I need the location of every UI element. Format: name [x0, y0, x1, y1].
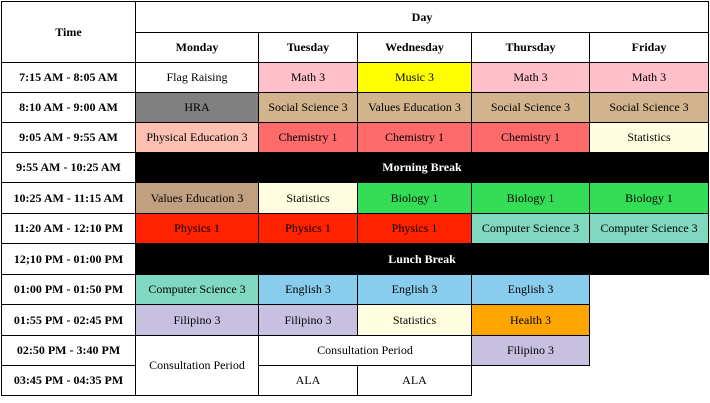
class-cell: Math 3	[588, 62, 710, 93]
time-slot: 12;10 PM - 01:00 PM	[1, 243, 136, 275]
class-cell: Chemistry 1	[357, 122, 472, 153]
class-cell: Flag Raising	[135, 62, 259, 93]
class-cell: Social Science 3	[471, 92, 590, 123]
schedule-row: 11:20 AM - 12:10 PM Physics 1 Physics 1 …	[1, 213, 710, 244]
class-cell: Math 3	[471, 62, 590, 93]
class-cell: Values Education 3	[357, 92, 472, 123]
empty-cell	[472, 366, 590, 396]
schedule-row: 9:55 AM - 10:25 AM Morning Break	[1, 152, 710, 183]
class-cell: Computer Science 3	[471, 213, 590, 244]
class-cell: Physics 1	[135, 213, 259, 244]
class-cell: Social Science 3	[588, 92, 710, 123]
class-cell: Physical Education 3	[135, 122, 259, 153]
class-cell: English 3	[357, 274, 472, 305]
time-slot: 03:45 PM - 04:35 PM	[1, 365, 136, 396]
class-cell: HRA	[135, 92, 259, 123]
class-cell: Biology 1	[588, 182, 710, 214]
empty-cell	[590, 336, 709, 366]
class-cell: Computer Science 3	[135, 274, 259, 305]
class-cell: Physics 1	[357, 213, 472, 244]
class-cell: Social Science 3	[258, 92, 358, 123]
class-cell: Filipino 3	[471, 335, 590, 366]
schedule-row: 12;10 PM - 01:00 PM Lunch Break	[1, 243, 710, 275]
class-cell: Filipino 3	[258, 304, 358, 336]
time-slot: 02:50 PM - 3:40 PM	[1, 335, 136, 366]
class-cell: ALA	[258, 365, 358, 396]
empty-cell	[590, 305, 709, 336]
schedule-row: 10:25 AM - 11:15 AM Values Education 3 S…	[1, 182, 710, 214]
day-header-wednesday: Wednesday	[357, 32, 472, 63]
class-cell: Biology 1	[471, 182, 590, 214]
day-header: Day	[134, 1, 710, 33]
class-schedule-table: Time Day Monday Tuesday Wednesday Thursd…	[1, 1, 710, 396]
consultation-period-cell: Consultation Period	[135, 335, 259, 396]
class-cell: ALA	[357, 365, 472, 396]
schedule-row: 7:15 AM - 8:05 AM Flag Raising Math 3 Mu…	[1, 62, 710, 93]
class-cell: Math 3	[258, 62, 358, 93]
schedule-row: 01:00 PM - 01:50 PM Computer Science 3 E…	[1, 274, 709, 305]
schedule-row: 9:05 AM - 9:55 AM Physical Education 3 C…	[1, 122, 710, 153]
class-cell: Health 3	[471, 304, 590, 336]
class-cell: English 3	[471, 274, 590, 305]
class-cell: Chemistry 1	[471, 122, 590, 153]
morning-break-banner: Morning Break	[134, 152, 710, 183]
time-slot: 01:00 PM - 01:50 PM	[1, 274, 136, 305]
class-cell: Statistics	[357, 304, 472, 336]
schedule-row: 8:10 AM - 9:00 AM HRA Social Science 3 V…	[1, 92, 710, 123]
day-header-monday: Monday	[135, 32, 259, 63]
empty-cell	[590, 366, 709, 396]
class-cell: Music 3	[357, 62, 472, 93]
time-slot: 9:05 AM - 9:55 AM	[1, 122, 136, 153]
class-cell: Physics 1	[258, 213, 358, 244]
time-slot: 10:25 AM - 11:15 AM	[1, 182, 136, 214]
class-cell: Statistics	[258, 182, 358, 214]
empty-cell	[590, 275, 709, 305]
day-header-thursday: Thursday	[471, 32, 590, 63]
class-cell: Values Education 3	[135, 182, 259, 214]
time-header: Time	[1, 1, 136, 63]
day-header-friday: Friday	[588, 32, 710, 63]
class-cell: English 3	[258, 274, 358, 305]
time-slot: 01:55 PM - 02:45 PM	[1, 304, 136, 336]
class-cell: Biology 1	[357, 182, 472, 214]
time-slot: 8:10 AM - 9:00 AM	[1, 92, 136, 123]
class-cell: Filipino 3	[135, 304, 259, 336]
time-slot: 9:55 AM - 10:25 AM	[1, 152, 136, 183]
class-cell: Computer Science 3	[588, 213, 710, 244]
consultation-period-cell: Consultation Period	[258, 335, 472, 366]
class-cell: Chemistry 1	[258, 122, 358, 153]
class-cell: Statistics	[588, 122, 710, 153]
time-slot: 11:20 AM - 12:10 PM	[1, 213, 136, 244]
schedule-row: 03:45 PM - 04:35 PM ALA ALA	[1, 365, 709, 396]
time-slot: 7:15 AM - 8:05 AM	[1, 62, 136, 93]
schedule-row: 02:50 PM - 3:40 PM Consultation Period C…	[1, 335, 709, 396]
day-header-tuesday: Tuesday	[258, 32, 358, 63]
lunch-break-banner: Lunch Break	[134, 243, 710, 275]
schedule-row: 01:55 PM - 02:45 PM Filipino 3 Filipino …	[1, 304, 709, 336]
